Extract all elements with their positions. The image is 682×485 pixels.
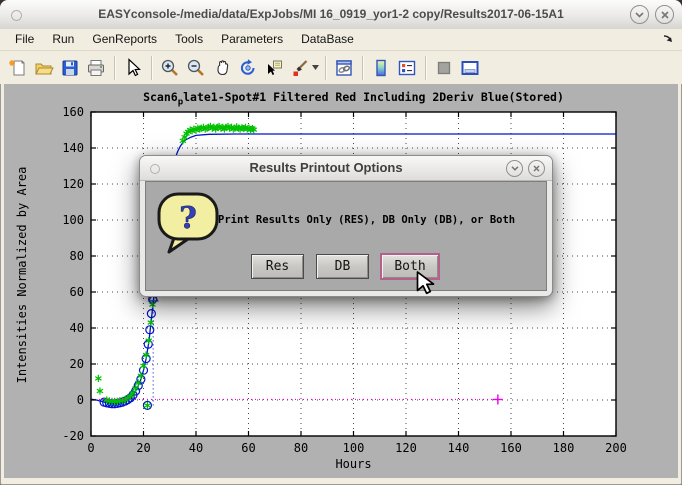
svg-text:180: 180 — [553, 441, 575, 455]
toolbar-separator — [425, 56, 426, 80]
window-menu-icon[interactable] — [11, 10, 22, 21]
zoom-in-button[interactable] — [158, 56, 182, 80]
svg-text:60: 60 — [241, 441, 255, 455]
hide-plot-tools-icon — [434, 58, 454, 78]
save-figure-button[interactable] — [58, 56, 82, 80]
data-cursor-icon — [264, 58, 284, 78]
menu-file[interactable]: File — [6, 29, 43, 50]
db-button[interactable]: DB — [316, 254, 369, 279]
svg-text:80: 80 — [294, 441, 308, 455]
titlebar: EASYconsole-/media/data/ExpJobs/MI 16_09… — [0, 0, 682, 30]
svg-text:100: 100 — [62, 213, 84, 227]
rotate-3d-button[interactable] — [236, 56, 260, 80]
menubar: File Run GenReports Tools Parameters Dat… — [0, 29, 682, 51]
close-button[interactable] — [655, 5, 674, 24]
dialog-title: Results Printout Options — [170, 156, 482, 180]
svg-text:60: 60 — [70, 285, 84, 299]
question-mark-glyph: ? — [179, 201, 197, 236]
pan-button[interactable] — [210, 56, 234, 80]
insert-legend-button[interactable] — [395, 56, 419, 80]
svg-text:0: 0 — [87, 441, 94, 455]
svg-text:-20: -20 — [62, 429, 84, 443]
res-button[interactable]: Res — [251, 254, 304, 279]
show-plot-tools-button[interactable] — [458, 56, 482, 80]
pointer-tool-button[interactable] — [121, 56, 145, 80]
svg-text:120: 120 — [62, 177, 84, 191]
link-icon — [334, 58, 354, 78]
dialog-titlebar[interactable]: Results Printout Options — [140, 156, 552, 181]
svg-text:80: 80 — [70, 249, 84, 263]
toolbar-separator — [114, 56, 115, 80]
open-file-button[interactable] — [32, 56, 56, 80]
show-plot-tools-icon — [460, 58, 480, 78]
menu-run[interactable]: Run — [43, 29, 83, 50]
hand-icon — [212, 58, 232, 78]
link-plot-button[interactable] — [332, 56, 356, 80]
svg-text:200: 200 — [605, 441, 627, 455]
y-axis-label: Intensities Normalized by Area — [15, 135, 29, 415]
toolbar-separator — [325, 56, 326, 80]
svg-text:20: 20 — [70, 357, 84, 371]
chevron-down-icon — [635, 12, 644, 18]
svg-text:120: 120 — [395, 441, 417, 455]
svg-text:0: 0 — [77, 393, 84, 407]
results-printout-dialog: Results Printout Options ? Print Results… — [139, 155, 553, 297]
colorbar-icon — [371, 58, 391, 78]
zoom-in-icon — [160, 58, 180, 78]
print-figure-button[interactable] — [84, 56, 108, 80]
close-icon — [661, 11, 669, 19]
chevron-down-icon — [511, 166, 519, 171]
menu-parameters[interactable]: Parameters — [212, 29, 292, 50]
undock-arrow-icon[interactable] — [662, 32, 674, 47]
new-figure-button[interactable] — [6, 56, 30, 80]
data-cursor-button[interactable] — [262, 56, 286, 80]
mouse-cursor-icon — [416, 271, 438, 297]
hide-plot-tools-button[interactable] — [432, 56, 456, 80]
window-title: EASYconsole-/media/data/ExpJobs/MI 16_09… — [40, 0, 622, 29]
svg-text:140: 140 — [62, 141, 84, 155]
open-folder-icon — [34, 58, 54, 78]
printer-icon — [86, 58, 106, 78]
menu-database[interactable]: DataBase — [292, 29, 363, 50]
brush-dropdown-caret[interactable] — [311, 56, 320, 80]
close-icon — [533, 165, 540, 172]
app-window: EASYconsole-/media/data/ExpJobs/MI 16_09… — [0, 0, 682, 485]
menu-tools[interactable]: Tools — [166, 29, 212, 50]
dialog-message: Print Results Only (RES), DB Only (DB), … — [218, 214, 540, 226]
brush-button[interactable] — [288, 56, 312, 80]
svg-text:140: 140 — [448, 441, 470, 455]
brush-icon — [290, 58, 310, 78]
rotate-3d-icon — [238, 58, 258, 78]
toolbar — [0, 51, 682, 84]
dialog-close-button[interactable] — [528, 160, 545, 177]
zoom-out-button[interactable] — [184, 56, 208, 80]
legend-icon — [397, 58, 417, 78]
svg-text:160: 160 — [500, 441, 522, 455]
toolbar-separator — [151, 56, 152, 80]
insert-colorbar-button[interactable] — [369, 56, 393, 80]
zoom-out-icon — [186, 58, 206, 78]
dialog-minimize-button[interactable] — [506, 160, 523, 177]
question-bubble-icon: ? — [154, 190, 224, 256]
plot-title: Scan6plate1-Spot#1 Filtered Red Includin… — [91, 90, 616, 107]
dialog-window-menu-icon[interactable] — [150, 164, 160, 174]
x-axis-label: Hours — [91, 457, 616, 471]
menu-genreports[interactable]: GenReports — [83, 29, 166, 50]
svg-text:20: 20 — [136, 441, 150, 455]
svg-text:100: 100 — [343, 441, 365, 455]
save-floppy-icon — [60, 58, 80, 78]
svg-text:40: 40 — [189, 441, 203, 455]
minimize-button[interactable] — [630, 5, 649, 24]
svg-text:40: 40 — [70, 321, 84, 335]
arrow-pointer-icon — [123, 58, 143, 78]
new-document-icon — [8, 58, 28, 78]
dialog-content: ? Print Results Only (RES), DB Only (DB)… — [145, 181, 547, 291]
svg-text:160: 160 — [62, 105, 84, 119]
toolbar-separator — [362, 56, 363, 80]
